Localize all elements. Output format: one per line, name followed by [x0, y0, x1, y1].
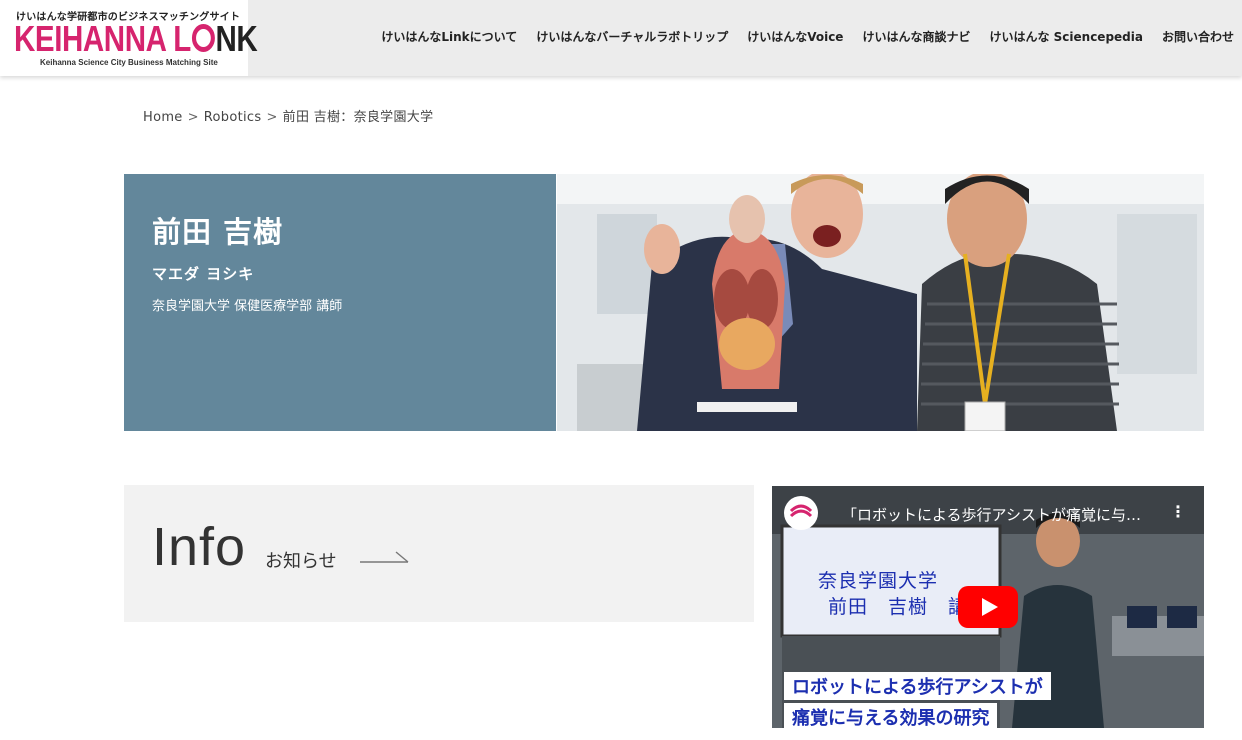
info-title: Info	[152, 517, 247, 577]
profile-affiliation: 奈良学園大学 保健医療学部 講師	[152, 299, 343, 314]
video-title[interactable]: 「ロボットによる歩行アシストが痛覚に与…	[842, 504, 1141, 525]
slide-university: 奈良学園大学	[818, 570, 939, 592]
youtube-play-button-icon[interactable]	[958, 586, 1018, 628]
breadcrumb-separator: >	[266, 110, 278, 125]
main-nav: けいはんなLinkについて けいはんなバーチャルラボトリップ けいはんなVoic…	[362, 28, 1234, 45]
logo-wordmark: KEIHANNA L NK	[14, 18, 258, 59]
breadcrumb-separator: >	[187, 110, 199, 125]
info-subtitle: お知らせ	[265, 551, 337, 572]
channel-logo-icon	[789, 504, 813, 518]
nav-item-business-navi[interactable]: けいはんな商談ナビ	[862, 28, 970, 45]
video-caption-line-2: 痛覚に与える効果の研究	[784, 703, 998, 728]
video-caption-line-1: ロボットによる歩行アシストが	[784, 672, 1051, 700]
video-menu-icon[interactable]: ⋮	[1170, 502, 1186, 521]
nav-item-contact[interactable]: お問い合わせ	[1162, 28, 1234, 45]
breadcrumb-category[interactable]: Robotics	[204, 110, 262, 125]
logo-ring-icon	[191, 24, 215, 53]
site-header: けいはんな学研都市のビジネスマッチングサイト KEIHANNA L NK Keih…	[0, 0, 1242, 76]
profile-photo	[557, 174, 1204, 431]
logo-subtitle: Keihanna Science City Business Matching …	[40, 58, 218, 67]
arrow-right-icon	[360, 551, 409, 563]
channel-avatar[interactable]	[784, 496, 818, 530]
logo-word-right: NK	[215, 18, 258, 59]
logo-word-left: KEIHANNA L	[14, 18, 191, 59]
breadcrumb-home[interactable]: Home	[143, 110, 183, 125]
nav-item-about[interactable]: けいはんなLinkについて	[381, 28, 517, 45]
nav-item-voice[interactable]: けいはんなVoice	[747, 28, 843, 45]
site-logo[interactable]: けいはんな学研都市のビジネスマッチングサイト KEIHANNA L NK Keih…	[0, 0, 258, 76]
video-embed[interactable]: 「ロボットによる歩行アシストが痛覚に与… ⋮ 奈良学園大学 前田 吉樹 講師 ロ…	[772, 486, 1204, 728]
profile-name: 前田 吉樹	[152, 215, 284, 249]
profile-photo-illustration	[557, 174, 1204, 431]
profile-kana: マエダ ヨシキ	[152, 265, 255, 283]
info-link-box[interactable]: Info お知らせ	[124, 485, 754, 622]
nav-item-virtual-lab-trip[interactable]: けいはんなバーチャルラボトリップ	[536, 28, 728, 45]
breadcrumb-current: 前田 吉樹：奈良学園大学	[282, 110, 434, 125]
nav-item-sciencepedia[interactable]: けいはんな Sciencepedia	[989, 28, 1143, 45]
breadcrumb: Home > Robotics > 前田 吉樹：奈良学園大学	[143, 106, 433, 125]
profile-card: 前田 吉樹 マエダ ヨシキ 奈良学園大学 保健医療学部 講師	[124, 174, 556, 431]
